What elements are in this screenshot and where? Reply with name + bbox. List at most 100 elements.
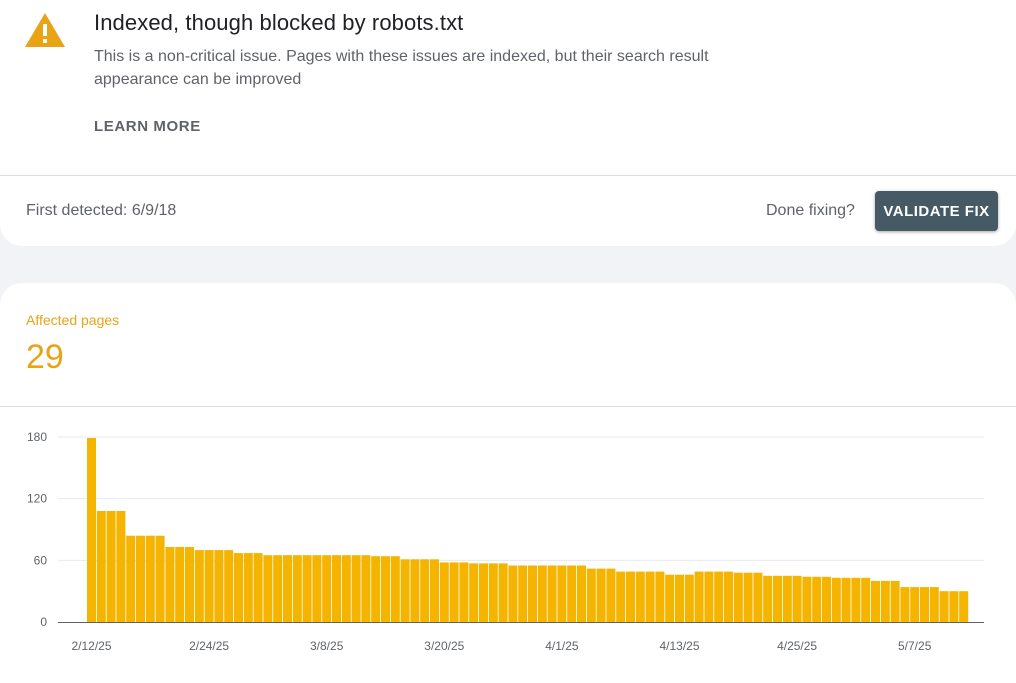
bar[interactable] <box>243 553 253 622</box>
issue-description: This is a non-critical issue. Pages with… <box>94 48 709 88</box>
bar[interactable] <box>812 576 822 622</box>
bar[interactable] <box>782 575 792 623</box>
bar[interactable] <box>420 559 430 622</box>
bar[interactable] <box>537 565 547 623</box>
bar[interactable] <box>351 555 361 622</box>
bar[interactable] <box>792 575 802 623</box>
bar[interactable] <box>939 591 949 622</box>
bar[interactable] <box>861 577 871 622</box>
bar[interactable] <box>635 571 645 622</box>
bar[interactable] <box>498 563 508 622</box>
bar[interactable] <box>802 576 812 622</box>
bar[interactable] <box>724 571 733 622</box>
bar[interactable] <box>675 574 684 622</box>
bar[interactable] <box>547 565 557 623</box>
bar[interactable] <box>390 556 400 622</box>
bar[interactable] <box>665 574 675 622</box>
bar[interactable] <box>116 511 126 622</box>
bar[interactable] <box>449 562 459 622</box>
x-tick-label: 3/8/25 <box>310 639 344 653</box>
bar[interactable] <box>253 553 263 622</box>
bar[interactable] <box>292 555 302 622</box>
bar[interactable] <box>645 571 655 622</box>
bar[interactable] <box>743 572 753 622</box>
bar[interactable] <box>841 577 851 622</box>
bar[interactable] <box>302 555 312 622</box>
bar[interactable] <box>626 571 635 622</box>
bar[interactable] <box>126 535 136 622</box>
bar[interactable] <box>479 563 488 622</box>
bar[interactable] <box>831 577 841 622</box>
bar[interactable] <box>616 571 626 622</box>
bar[interactable] <box>586 568 596 622</box>
bar[interactable] <box>949 591 959 622</box>
bar[interactable] <box>959 591 969 622</box>
bar[interactable] <box>175 547 185 622</box>
bar[interactable] <box>871 580 880 622</box>
bar[interactable] <box>714 571 724 622</box>
bar[interactable] <box>430 559 439 622</box>
bar[interactable] <box>900 587 910 622</box>
bar[interactable] <box>528 565 537 623</box>
bar[interactable] <box>694 571 704 622</box>
bar[interactable] <box>704 571 714 622</box>
bar[interactable] <box>332 555 341 622</box>
bar[interactable] <box>518 565 528 623</box>
bar[interactable] <box>890 580 900 622</box>
bar[interactable] <box>194 550 204 622</box>
bar[interactable] <box>155 535 165 622</box>
bar[interactable] <box>381 556 390 622</box>
bar[interactable] <box>145 535 155 622</box>
bar[interactable] <box>439 562 449 622</box>
bar[interactable] <box>322 555 332 622</box>
bar[interactable] <box>488 563 498 622</box>
x-tick-label: 4/13/25 <box>659 639 699 653</box>
bar[interactable] <box>557 565 567 623</box>
bar[interactable] <box>567 565 577 623</box>
bar[interactable] <box>577 565 586 623</box>
bar[interactable] <box>684 574 694 622</box>
bar[interactable] <box>459 562 469 622</box>
bar[interactable] <box>361 555 371 622</box>
bar[interactable] <box>733 572 743 622</box>
bar[interactable] <box>596 568 606 622</box>
bar[interactable] <box>283 555 292 622</box>
bar[interactable] <box>410 559 420 622</box>
bar[interactable] <box>165 547 175 622</box>
x-tick-label: 5/7/25 <box>898 639 932 653</box>
bar[interactable] <box>910 587 920 622</box>
bar[interactable] <box>106 511 116 622</box>
bar[interactable] <box>341 555 351 622</box>
bar[interactable] <box>753 572 763 622</box>
bar[interactable] <box>763 575 773 623</box>
bar[interactable] <box>136 535 145 622</box>
bar[interactable] <box>773 575 782 623</box>
y-tick-label: 0 <box>40 615 47 629</box>
y-tick-label: 180 <box>27 430 47 444</box>
bar[interactable] <box>851 577 861 622</box>
x-tick-label: 2/24/25 <box>189 639 229 653</box>
bar[interactable] <box>214 550 224 622</box>
bar[interactable] <box>87 438 96 622</box>
bar[interactable] <box>822 576 831 622</box>
bar[interactable] <box>185 547 194 622</box>
bar[interactable] <box>273 555 283 622</box>
bar[interactable] <box>655 571 665 622</box>
validate-fix-button[interactable]: VALIDATE FIX <box>875 191 998 231</box>
bar[interactable] <box>400 559 410 622</box>
bar[interactable] <box>204 550 214 622</box>
done-fixing-prompt: Done fixing? <box>766 202 855 219</box>
bar[interactable] <box>234 553 243 622</box>
bar[interactable] <box>371 556 381 622</box>
bar[interactable] <box>263 555 273 622</box>
bar[interactable] <box>606 568 616 622</box>
bar[interactable] <box>96 511 106 622</box>
bar[interactable] <box>312 555 322 622</box>
bar[interactable] <box>920 587 929 622</box>
bar[interactable] <box>929 587 939 622</box>
bar[interactable] <box>508 565 518 623</box>
learn-more-link[interactable]: LEARN MORE <box>94 118 201 135</box>
bar[interactable] <box>224 550 234 622</box>
bar[interactable] <box>469 563 479 622</box>
bar[interactable] <box>880 580 890 622</box>
